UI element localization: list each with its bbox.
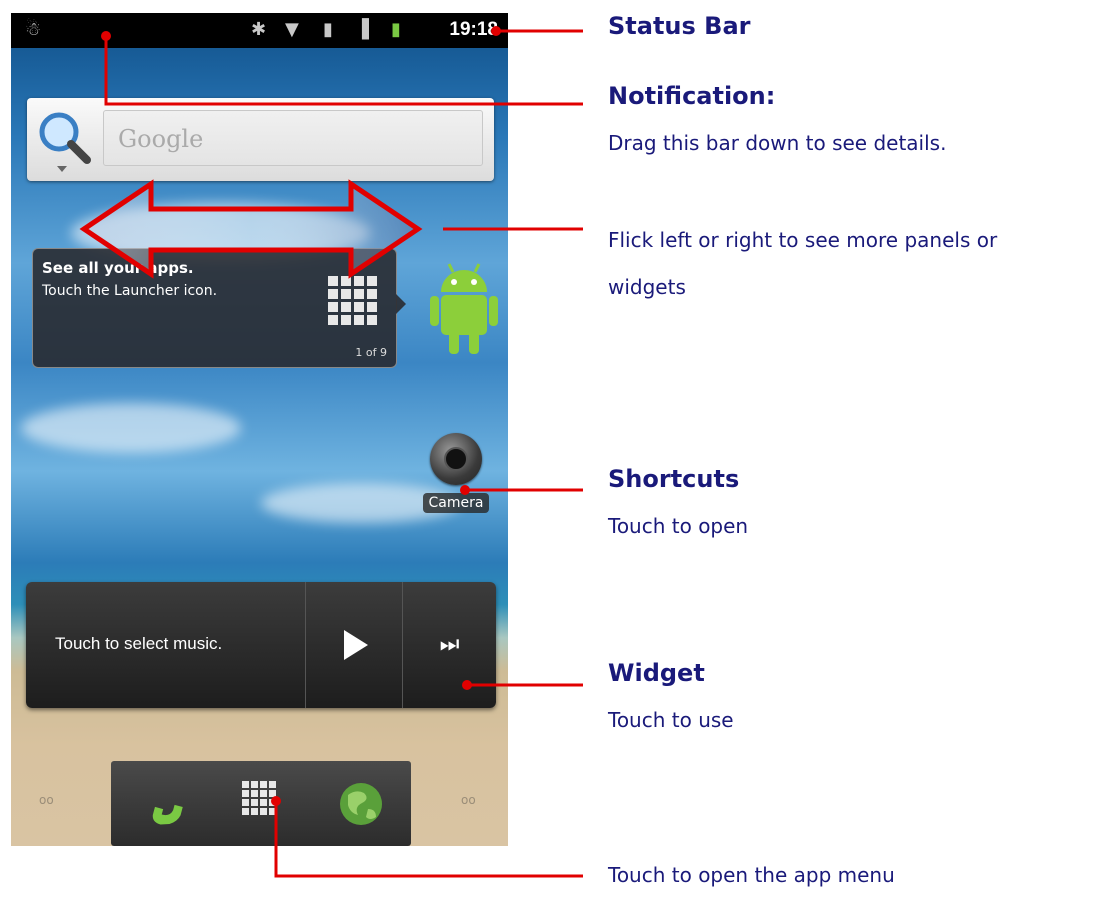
android-mascot-icon [430, 263, 498, 354]
bluetooth-icon: ✱ [251, 19, 267, 40]
google-search-widget[interactable]: Google [27, 98, 494, 181]
annotation-notification-text: Drag this bar down to see details. [608, 131, 947, 155]
play-button[interactable] [306, 582, 402, 708]
phone-home-screen: ☃ ✱ ▼ ▮ ▐ ▮ 19:18 Google See all your ap… [11, 13, 508, 846]
dock [111, 761, 411, 846]
annotation-widget-title: Widget [608, 659, 705, 687]
sim-icon: ▮ [323, 19, 333, 40]
camera-label: Camera [422, 493, 490, 513]
annotation-widget-text: Touch to use [608, 708, 734, 732]
annotation-status-bar-title: Status Bar [608, 12, 751, 40]
battery-charging-icon: ▮ [391, 19, 401, 40]
launcher-tip-card[interactable]: See all your apps. Touch the Launcher ic… [32, 248, 406, 368]
tip-body: Touch the Launcher icon. [42, 283, 218, 299]
annotation-notification-title: Notification: [608, 82, 776, 110]
android-debug-icon: ☃ [25, 19, 42, 40]
wifi-icon: ▼ [285, 19, 299, 40]
annotation-flick-line2: widgets [608, 275, 686, 299]
annotation-shortcuts-text: Touch to open [608, 514, 749, 538]
search-input[interactable]: Google [103, 110, 483, 166]
music-widget[interactable]: Touch to select music. ⏭ [26, 582, 496, 708]
annotation-shortcuts-title: Shortcuts [608, 465, 740, 493]
page-indicator-right: oo [461, 793, 476, 807]
launcher-grid-icon[interactable] [242, 781, 276, 815]
page-indicator-left: oo [39, 793, 54, 807]
camera-shortcut[interactable]: Camera [416, 433, 496, 513]
wallpaper-cloud [21, 403, 241, 453]
camera-icon[interactable] [430, 433, 482, 485]
tip-title: See all your apps. [42, 259, 194, 277]
browser-globe-icon[interactable] [336, 779, 386, 829]
tip-page-counter: 1 of 9 [355, 346, 387, 359]
annotation-flick-line1: Flick left or right to see more panels o… [608, 228, 998, 252]
status-time: 19:18 [449, 19, 498, 40]
search-icon[interactable] [35, 108, 95, 176]
signal-icon: ▐ [355, 19, 369, 40]
launcher-grid-icon [328, 276, 377, 325]
phone-icon[interactable] [141, 779, 191, 829]
status-bar[interactable]: ☃ ✱ ▼ ▮ ▐ ▮ 19:18 [11, 13, 508, 48]
annotation-app-menu-text: Touch to open the app menu [608, 863, 895, 887]
music-widget-text[interactable]: Touch to select music. [55, 634, 222, 654]
next-track-button[interactable]: ⏭ [403, 582, 496, 708]
